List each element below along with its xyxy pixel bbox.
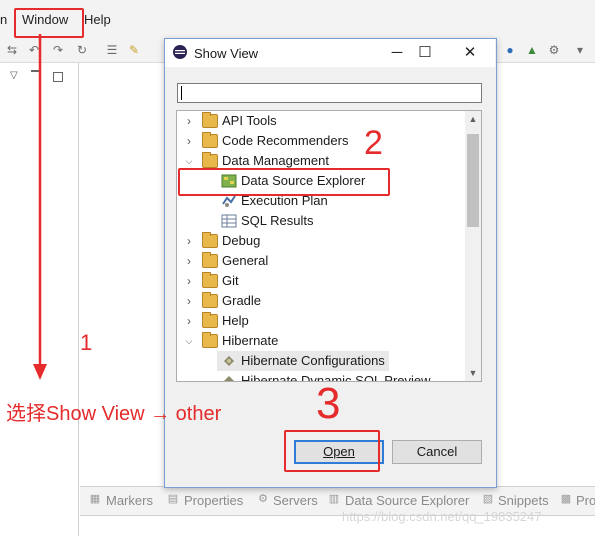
chevron-right-icon[interactable]: › — [183, 271, 195, 291]
tab-markers[interactable]: Markers — [106, 493, 153, 508]
folder-icon — [202, 292, 218, 308]
annotation-step-2: 2 — [364, 124, 383, 162]
cancel-button[interactable]: Cancel — [392, 440, 482, 464]
filter-input[interactable] — [177, 83, 482, 103]
annotation-data-source-box — [178, 168, 390, 196]
tree-item-gradle[interactable]: › Gradle — [177, 291, 465, 311]
execution-plan-icon — [222, 195, 236, 207]
tree-item-general[interactable]: › General — [177, 251, 465, 271]
tree-item-sql-results[interactable]: SQL Results — [177, 211, 465, 231]
menu-item-partial[interactable]: n — [0, 12, 7, 27]
maximize-icon[interactable]: ☐ — [410, 41, 440, 65]
toolbar-refresh-icon[interactable]: ↻ — [74, 42, 90, 58]
folder-icon — [202, 252, 218, 268]
annotation-arrow-icon — [33, 34, 47, 380]
toolbar-debug-icon[interactable]: ⚙ — [546, 42, 562, 58]
tree-item-help[interactable]: › Help — [177, 311, 465, 331]
text-caret — [181, 86, 182, 100]
scrollbar-thumb[interactable] — [467, 134, 479, 227]
chevron-right-icon[interactable]: › — [183, 231, 195, 251]
chevron-right-icon[interactable]: › — [183, 131, 195, 151]
chevron-right-icon[interactable]: › — [183, 311, 195, 331]
tab-servers[interactable]: Servers — [273, 493, 318, 508]
markers-icon: ▦ — [89, 493, 101, 505]
folder-icon — [202, 232, 218, 248]
folder-icon — [202, 152, 218, 168]
chevron-right-icon[interactable]: › — [183, 251, 195, 271]
annotation-step-1: 1 — [80, 330, 93, 355]
toolbar-nav-icon[interactable]: ⇆ — [4, 42, 20, 58]
hibernate-icon — [224, 356, 234, 366]
scroll-up-icon[interactable]: ▲ — [465, 111, 481, 127]
folder-icon — [202, 312, 218, 328]
tab-data-source-explorer[interactable]: Data Source Explorer — [345, 493, 469, 508]
eclipse-icon — [173, 45, 187, 59]
tree-item-api-tools[interactable]: › API Tools — [177, 111, 465, 131]
tree-item-hibernate-configurations[interactable]: Hibernate Configurations — [217, 351, 389, 371]
toolbar-dropdown-icon[interactable]: ▾ — [572, 42, 588, 58]
view-tree[interactable]: › API Tools › Code Recommenders ⌵ Data M… — [176, 110, 482, 382]
sql-results-icon — [221, 214, 237, 228]
annotation-open-box — [284, 430, 380, 472]
tab-properties[interactable]: Properties — [184, 493, 243, 508]
toolbar-list-icon[interactable]: ☰ — [104, 42, 120, 58]
properties-icon: ▤ — [167, 493, 179, 505]
tab-progress[interactable]: Pro — [576, 493, 595, 508]
annotation-instruction: 选择Show View → other — [6, 403, 222, 425]
snippets-icon: ▧ — [482, 493, 494, 505]
annotation-step-3: 3 — [316, 379, 341, 428]
folder-icon — [202, 272, 218, 288]
chevron-down-icon[interactable]: ⌵ — [183, 331, 195, 351]
hibernate-icon — [224, 376, 234, 381]
toolbar-wand-icon[interactable]: ✎ — [126, 42, 142, 58]
close-icon[interactable]: ✕ — [455, 41, 485, 65]
tree-item-git[interactable]: › Git — [177, 271, 465, 291]
minimize-icon[interactable]: ─ — [382, 41, 412, 65]
folder-icon — [202, 132, 218, 148]
scroll-down-icon[interactable]: ▼ — [465, 365, 481, 381]
tab-snippets[interactable]: Snippets — [498, 493, 549, 508]
dialog-title: Show View — [194, 46, 259, 61]
toolbar-forward-icon[interactable]: ↷ — [50, 42, 66, 58]
watermark: https://blog.csdn.net/qq_19835247 — [342, 509, 542, 524]
tree-item-code-recommenders[interactable]: › Code Recommenders — [177, 131, 465, 151]
tree-item-hibernate[interactable]: ⌵ Hibernate — [177, 331, 465, 351]
folder-icon — [202, 332, 218, 348]
chevron-right-icon[interactable]: › — [183, 111, 195, 131]
menu-item-help[interactable]: Help — [84, 12, 111, 27]
progress-icon: ▩ — [560, 493, 572, 505]
toolbar-globe-icon[interactable]: ● — [502, 42, 518, 58]
toolbar-run-icon[interactable]: ▲ — [524, 42, 540, 58]
folder-icon — [202, 112, 218, 128]
view-menu-icon[interactable]: ▽ — [10, 70, 18, 81]
chevron-right-icon[interactable]: › — [183, 291, 195, 311]
tree-item-debug[interactable]: › Debug — [177, 231, 465, 251]
servers-icon: ⚙ — [258, 493, 268, 505]
data-source-explorer-tab-icon: ▥ — [328, 493, 340, 505]
maximize-view-icon[interactable] — [53, 72, 63, 82]
